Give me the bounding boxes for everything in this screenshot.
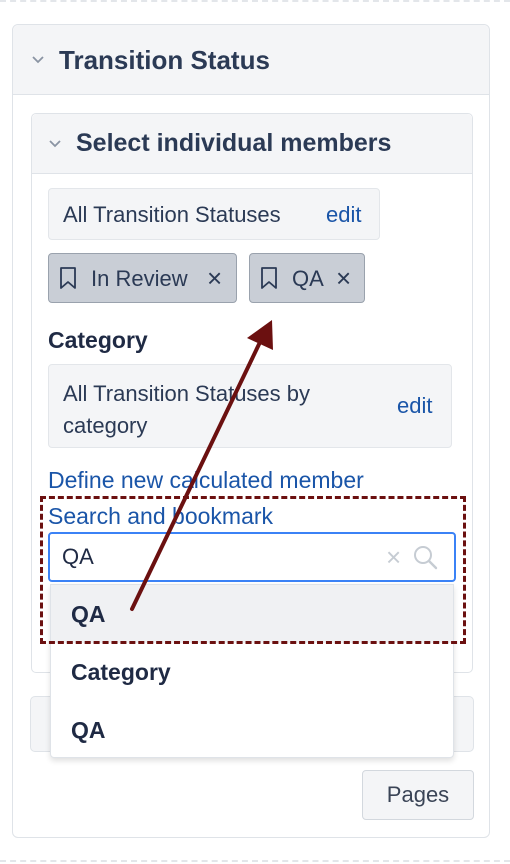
search-input[interactable]	[62, 543, 372, 571]
bookmark-icon	[60, 267, 76, 289]
dropdown-item[interactable]: Category	[51, 643, 453, 701]
chevron-down-icon[interactable]	[48, 137, 62, 151]
define-calculated-member-link[interactable]: Define new calculated member	[48, 467, 364, 494]
pages-button[interactable]: Pages	[362, 770, 474, 820]
top-dashed-divider	[0, 0, 510, 2]
category-heading: Category	[48, 327, 148, 353]
search-results-dropdown: QA Category QA	[50, 584, 454, 758]
selected-tag-qa: QA ×	[249, 253, 365, 303]
chevron-down-icon[interactable]	[31, 53, 45, 67]
all-statuses-label: All Transition Statuses	[63, 202, 281, 227]
panel-title: Transition Status	[59, 45, 270, 75]
panel-header[interactable]: Transition Status	[13, 25, 489, 95]
all-statuses-chip: All Transition Statuses edit	[48, 188, 380, 240]
search-and-bookmark-link[interactable]: Search and bookmark	[48, 503, 273, 530]
dropdown-item-label: QA	[71, 717, 106, 743]
dropdown-item-label: Category	[71, 659, 171, 685]
bottom-dashed-divider	[0, 860, 510, 862]
clear-icon[interactable]: ×	[386, 542, 401, 573]
edit-category-link[interactable]: edit	[397, 393, 432, 419]
edit-all-statuses-link[interactable]: edit	[326, 202, 361, 228]
close-icon[interactable]: ×	[336, 263, 351, 294]
tag-label: In Review	[91, 266, 188, 291]
search-field[interactable]: ×	[48, 532, 456, 582]
close-icon[interactable]: ×	[207, 263, 222, 294]
section-title: Select individual members	[76, 129, 392, 157]
dropdown-item[interactable]: QA	[51, 701, 453, 759]
tag-label: QA	[292, 266, 324, 291]
section-header[interactable]: Select individual members	[32, 114, 472, 174]
category-chip: All Transition Statuses by category edit	[48, 364, 452, 448]
dropdown-item-label: QA	[71, 601, 106, 627]
search-icon[interactable]	[412, 544, 438, 570]
bookmark-icon	[261, 267, 277, 289]
category-chip-label: All Transition Statuses by category	[63, 381, 311, 438]
selected-tag-in-review: In Review ×	[48, 253, 237, 303]
dropdown-item[interactable]: QA	[51, 585, 453, 643]
